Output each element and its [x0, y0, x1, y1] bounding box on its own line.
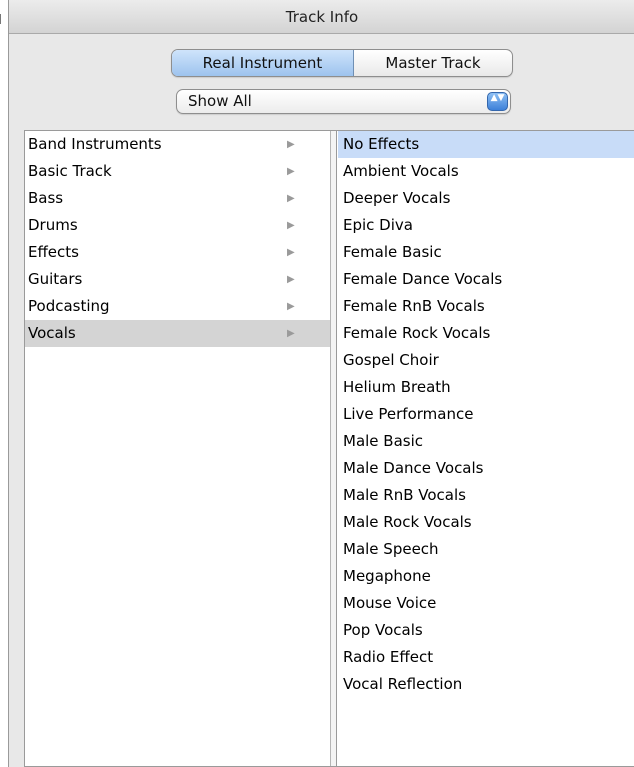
submenu-arrow-icon: ▶ — [287, 193, 295, 204]
preset-item[interactable]: Epic Diva — [338, 212, 634, 239]
preset-item[interactable]: Deeper Vocals — [338, 185, 634, 212]
preset-item[interactable]: Male Speech — [338, 536, 634, 563]
submenu-arrow-icon: ▶ — [287, 139, 295, 150]
master-track-tab[interactable]: Master Track — [354, 50, 512, 76]
popup-stepper-icon: ▲▼ — [487, 92, 508, 111]
category-item[interactable]: Guitars ▶ — [25, 266, 330, 293]
track-info-window: Track Info Real Instrument Master Track … — [8, 0, 634, 767]
track-type-segmented-control: Real Instrument Master Track — [171, 49, 513, 77]
preset-item[interactable]: Megaphone — [338, 563, 634, 590]
window-title: Track Info — [9, 0, 634, 34]
category-label: Bass — [28, 189, 64, 207]
category-label: Effects — [28, 243, 79, 261]
submenu-arrow-icon: ▶ — [287, 274, 295, 285]
preset-item[interactable]: Helium Breath — [338, 374, 634, 401]
preset-item[interactable]: Ambient Vocals — [338, 158, 634, 185]
category-item[interactable]: Drums ▶ — [25, 212, 330, 239]
category-column: Band Instruments ▶ Basic Track ▶ Bass ▶ Drums ▶… — [25, 131, 331, 766]
preset-item[interactable]: Mouse Voice — [338, 590, 634, 617]
preset-item[interactable]: Female Basic — [338, 239, 634, 266]
submenu-arrow-icon: ▶ — [287, 301, 295, 312]
preset-item[interactable]: Male Rock Vocals — [338, 509, 634, 536]
preset-item[interactable]: Radio Effect — [338, 644, 634, 671]
preset-item[interactable]: Pop Vocals — [338, 617, 634, 644]
instrument-browser: Band Instruments ▶ Basic Track ▶ Bass ▶ Drums ▶… — [24, 130, 634, 767]
category-item[interactable]: Band Instruments ▶ — [25, 131, 330, 158]
category-item[interactable]: Vocals ▶ — [25, 320, 330, 347]
show-all-popup[interactable]: Show All ▲▼ — [176, 89, 511, 114]
submenu-arrow-icon: ▶ — [287, 220, 295, 231]
category-item[interactable]: Podcasting ▶ — [25, 293, 330, 320]
real-instrument-tab[interactable]: Real Instrument — [172, 50, 354, 76]
preset-item[interactable]: Female Dance Vocals — [338, 266, 634, 293]
preset-item[interactable]: Male Basic — [338, 428, 634, 455]
category-item[interactable]: Basic Track ▶ — [25, 158, 330, 185]
window-edge-marker — [0, 14, 3, 24]
submenu-arrow-icon: ▶ — [287, 328, 295, 339]
popup-value: Show All — [188, 92, 252, 110]
category-label: Drums — [28, 216, 78, 234]
category-label: Guitars — [28, 270, 83, 288]
preset-item[interactable]: Vocal Reflection — [338, 671, 634, 698]
preset-item[interactable]: Live Performance — [338, 401, 634, 428]
category-label: Vocals — [28, 324, 76, 342]
preset-column: No Effects Ambient Vocals Deeper Vocals Epi… — [338, 131, 634, 766]
category-label: Basic Track — [28, 162, 112, 180]
preset-item[interactable]: Female RnB Vocals — [338, 293, 634, 320]
submenu-arrow-icon: ▶ — [287, 247, 295, 258]
preset-item[interactable]: No Effects — [338, 131, 634, 158]
category-label: Podcasting — [28, 297, 110, 315]
category-label: Band Instruments — [28, 135, 162, 153]
category-item[interactable]: Bass ▶ — [25, 185, 330, 212]
preset-item[interactable]: Female Rock Vocals — [338, 320, 634, 347]
preset-item[interactable]: Male RnB Vocals — [338, 482, 634, 509]
preset-item[interactable]: Gospel Choir — [338, 347, 634, 374]
column-divider[interactable] — [331, 131, 337, 766]
submenu-arrow-icon: ▶ — [287, 166, 295, 177]
preset-item[interactable]: Male Dance Vocals — [338, 455, 634, 482]
category-item[interactable]: Effects ▶ — [25, 239, 330, 266]
